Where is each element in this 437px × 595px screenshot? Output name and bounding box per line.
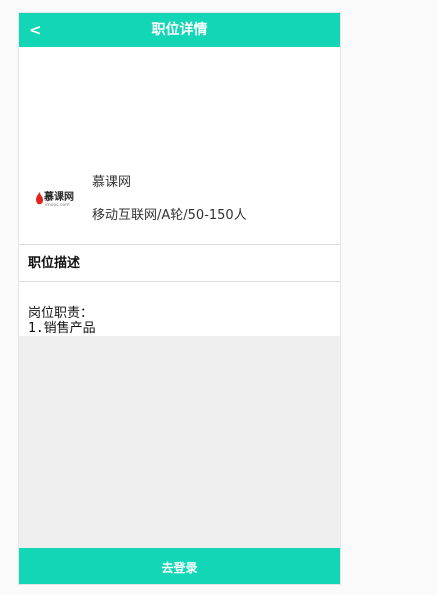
section-title: 职位描述	[28, 256, 81, 271]
top-nav-bar: < 职位详情	[19, 13, 340, 47]
phone-screen: < 职位详情 慕课网 imooc.com 慕课网 移动互联网/A轮/50-150…	[18, 12, 341, 585]
logo-subtext: imooc.com	[45, 202, 70, 208]
description-line: 岗位职责：	[28, 306, 94, 321]
company-name: 慕课网	[92, 175, 132, 190]
flame-icon	[36, 192, 43, 205]
login-button[interactable]: 去登录	[19, 548, 340, 584]
company-logo: 慕课网 imooc.com	[36, 190, 74, 208]
company-meta: 移动互联网/A轮/50-150人	[92, 208, 247, 223]
page-title: 职位详情	[151, 22, 208, 38]
section-header: 职位描述	[19, 246, 340, 282]
empty-content-area	[19, 336, 340, 548]
logo-text: 慕课网	[43, 190, 74, 203]
company-card: 慕课网 imooc.com 慕课网 移动互联网/A轮/50-150人	[19, 47, 340, 245]
job-description: 岗位职责： 1.销售产品	[19, 283, 340, 336]
description-line: 1.销售产品	[28, 321, 96, 336]
